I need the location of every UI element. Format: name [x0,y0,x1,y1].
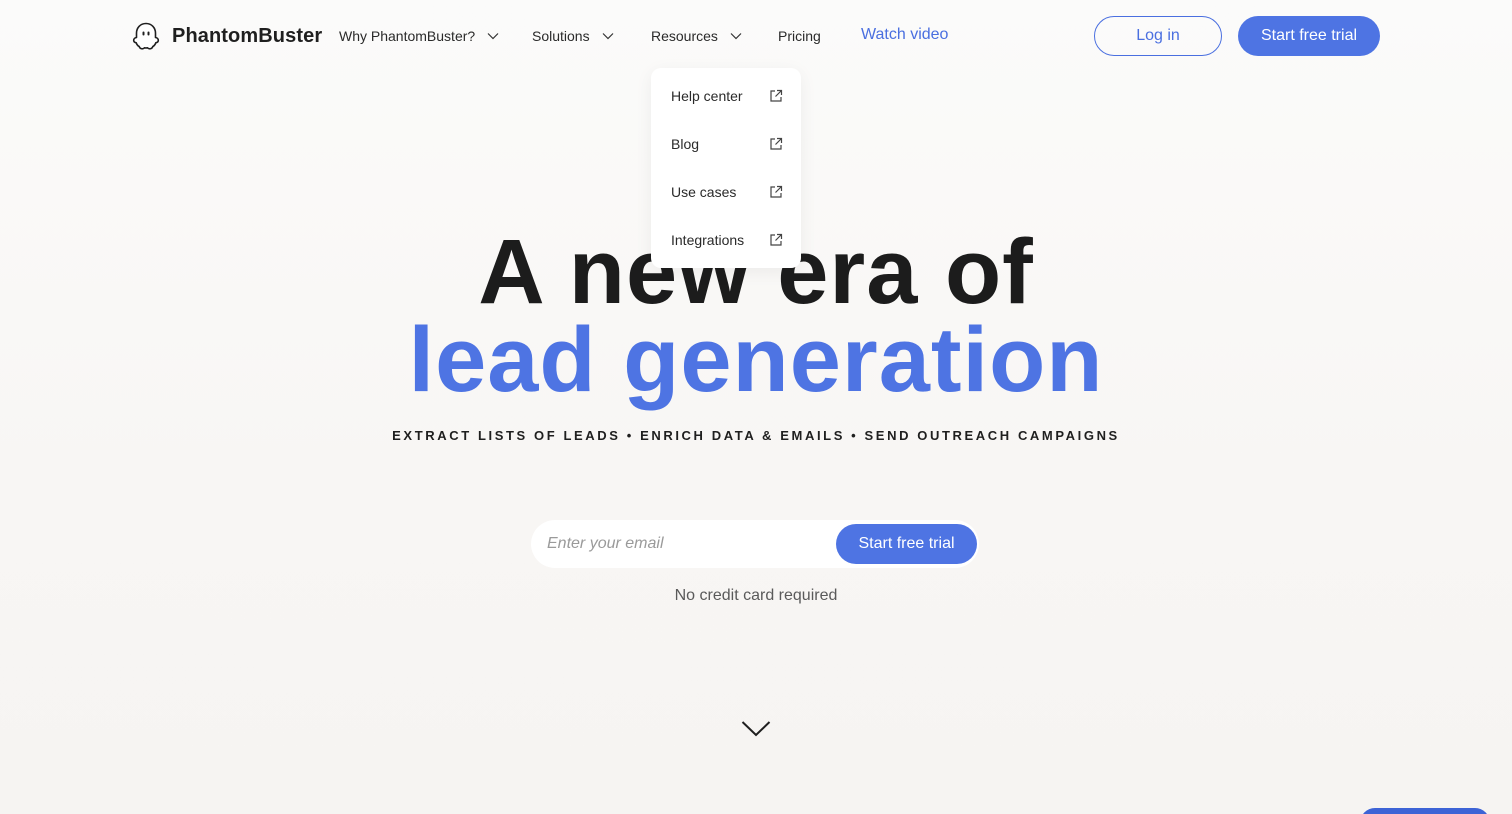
menu-item-help-center[interactable]: Help center [651,72,801,120]
menu-item-label: Help center [671,88,743,104]
external-link-icon [770,137,783,150]
nav-resources[interactable]: Resources [651,26,742,46]
menu-item-label: Integrations [671,232,745,248]
menu-item-label: Blog [671,136,700,152]
nav-why-label: Why PhantomBuster? [339,28,476,44]
external-link-icon [770,185,783,198]
chevron-down-icon [730,33,742,40]
top-navigation: PhantomBuster Why PhantomBuster? Solutio… [0,0,1512,72]
nav-solutions-label: Solutions [532,28,590,44]
signup-start-free-trial-button[interactable]: Start free trial [836,524,977,564]
start-free-trial-button[interactable]: Start free trial [1238,16,1380,56]
resources-dropdown-menu: Help center Blog Use cases Integrations [651,68,801,268]
email-input[interactable] [547,532,827,556]
login-button[interactable]: Log in [1094,16,1222,56]
chevron-down-icon[interactable] [741,720,771,738]
brand-name: PhantomBuster [172,24,323,47]
menu-item-integrations[interactable]: Integrations [651,216,801,264]
ghost-logo-icon [132,22,160,50]
nav-solutions[interactable]: Solutions [532,26,614,46]
chat-widget-button[interactable] [1360,808,1490,814]
nav-pricing[interactable]: Pricing [778,26,821,46]
hero-subtitle: EXTRACT LISTS OF LEADS • ENRICH DATA & E… [392,428,1120,443]
chevron-down-icon [487,33,499,40]
nav-pricing-label: Pricing [778,28,821,44]
no-credit-card-note: No credit card required [674,587,838,604]
menu-item-use-cases[interactable]: Use cases [651,168,801,216]
chevron-down-icon [602,33,614,40]
external-link-icon [770,233,783,246]
external-link-icon [770,89,783,102]
nav-watch-video[interactable]: Watch video [861,25,948,45]
logo-link[interactable]: PhantomBuster [131,21,322,51]
menu-item-label: Use cases [671,184,737,200]
nav-why-phantombuster[interactable]: Why PhantomBuster? [339,26,499,46]
email-signup-form: Start free trial [531,520,979,568]
menu-item-blog[interactable]: Blog [651,120,801,168]
nav-resources-label: Resources [651,28,718,44]
nav-watch-video-label: Watch video [861,26,949,43]
hero-headline-line2: lead generation [408,309,1104,411]
